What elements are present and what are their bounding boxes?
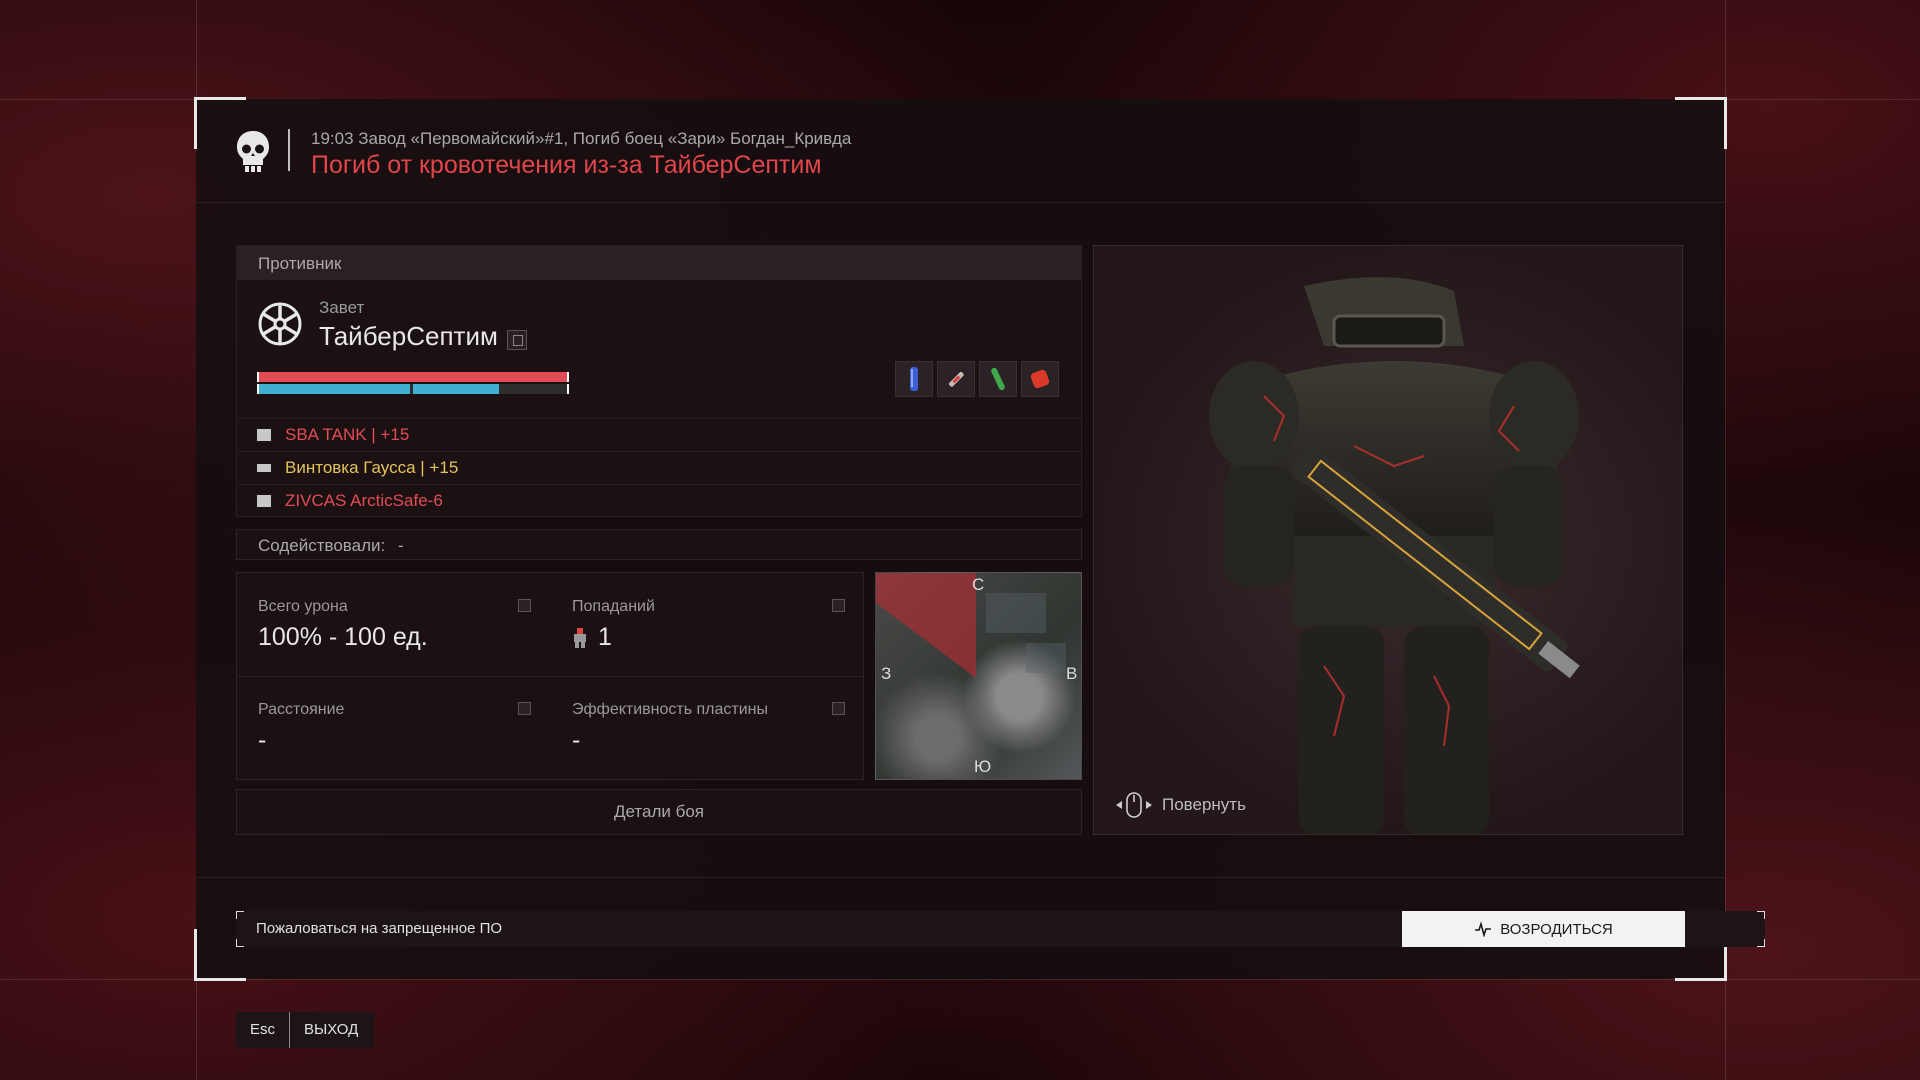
battle-details-button[interactable]: Детали боя [236, 789, 1082, 835]
medkit-icon [1021, 361, 1059, 397]
death-cause-title: Погиб от кровотечения из-за ТайберСептим [311, 151, 822, 179]
enemy-name: ТайберСептим [319, 321, 498, 351]
stat-distance: Расстояние - [237, 676, 551, 779]
kill-minimap: С Ю З В [875, 572, 1082, 780]
stat-label: Всего урона [258, 598, 348, 615]
stat-value: 1 [598, 623, 612, 651]
esc-key-label: Esc [236, 1012, 291, 1048]
gear-label: Винтовка Гаусса | +15 [285, 458, 459, 477]
helmet-icon [257, 429, 271, 441]
mouse-drag-icon [1116, 792, 1152, 818]
rotate-hint: Повернуть [1114, 792, 1246, 818]
faction-emblem-icon [258, 302, 302, 346]
help-icon[interactable] [832, 599, 845, 612]
respawn-button[interactable]: ВОЗРОДИТЬСЯ [1402, 911, 1685, 947]
gear-row-armor: ZIVCAS ArcticSafe-6 [237, 484, 1081, 516]
stat-label: Эффективность пластины [572, 701, 769, 718]
assist-label: Содействовали: [258, 536, 386, 555]
compass-east: В [1066, 664, 1078, 683]
skull-icon [237, 131, 269, 172]
help-icon[interactable] [832, 702, 845, 715]
death-header: 19:03 Завод «Первомайский»#1, Погиб боец… [196, 99, 1725, 203]
footer-divider [196, 877, 1725, 878]
rifle-icon [257, 464, 271, 472]
stat-label: Попаданий [572, 598, 655, 615]
armor-icon [257, 495, 271, 507]
stat-value-wrap: 1 [572, 623, 612, 652]
report-label: Пожаловаться на запрещенное ПО [256, 920, 503, 937]
exit-button[interactable]: Esc ВЫХОД [236, 1012, 375, 1048]
enemy-model-viewer[interactable]: Повернуть [1093, 245, 1683, 835]
stat-value: 100% - 100 ед. [258, 623, 428, 651]
armor-segment [412, 384, 500, 394]
soldier-model [1209, 277, 1580, 834]
header-divider [288, 129, 290, 171]
health-bar [257, 372, 569, 382]
combat-stats: Всего урона 100% - 100 ед. Попаданий 1 Р… [236, 572, 864, 780]
compass-west: З [881, 664, 892, 683]
enemy-card: Противник Завет ТайберСептим SBA TANK | … [236, 245, 1082, 517]
death-event-info: 19:03 Завод «Первомайский»#1, Погиб боец… [311, 129, 852, 148]
help-icon[interactable] [518, 599, 531, 612]
green-vial-icon [979, 361, 1017, 397]
rotate-label: Повернуть [1162, 795, 1246, 814]
pulse-icon [1475, 921, 1492, 937]
stat-plate-efficiency: Эффективность пластины - [551, 676, 865, 779]
stat-value: - [572, 726, 581, 754]
consumables-row [895, 361, 1059, 397]
enemy-gear-list: SBA TANK | +15 Винтовка Гаусса | +15 ZIV… [237, 418, 1081, 516]
armor-segment [259, 384, 410, 394]
stat-total-damage: Всего урона 100% - 100 ед. [237, 573, 551, 676]
stat-label: Расстояние [258, 701, 345, 718]
blue-vial-icon [895, 361, 933, 397]
exit-label: ВЫХОД [290, 1012, 375, 1048]
armor-bar [257, 384, 569, 394]
gear-row-weapon: Винтовка Гаусса | +15 [237, 451, 1081, 484]
gear-label: SBA TANK | +15 [285, 425, 410, 444]
enemy-faction: Завет [319, 298, 365, 317]
death-panel: 19:03 Завод «Первомайский»#1, Погиб боец… [194, 97, 1765, 981]
view-cone [876, 573, 1066, 678]
enemy-section-label: Противник [237, 246, 1081, 280]
assist-row: Содействовали: - [236, 529, 1082, 560]
assist-value: - [397, 536, 404, 555]
compass-south: Ю [974, 757, 992, 776]
gear-row-helmet: SBA TANK | +15 [237, 418, 1081, 451]
stat-value: - [258, 726, 267, 754]
compass-north: С [972, 575, 985, 594]
stat-hits: Попаданий 1 [551, 573, 865, 676]
enemy-status-bars [257, 372, 569, 394]
body-part-icon [574, 627, 586, 648]
respawn-label: ВОЗРОДИТЬСЯ [1500, 920, 1613, 938]
gear-label: ZIVCAS ArcticSafe-6 [285, 491, 443, 510]
help-icon[interactable] [518, 702, 531, 715]
syringe-icon [937, 361, 975, 397]
copy-name-button[interactable] [507, 330, 527, 350]
